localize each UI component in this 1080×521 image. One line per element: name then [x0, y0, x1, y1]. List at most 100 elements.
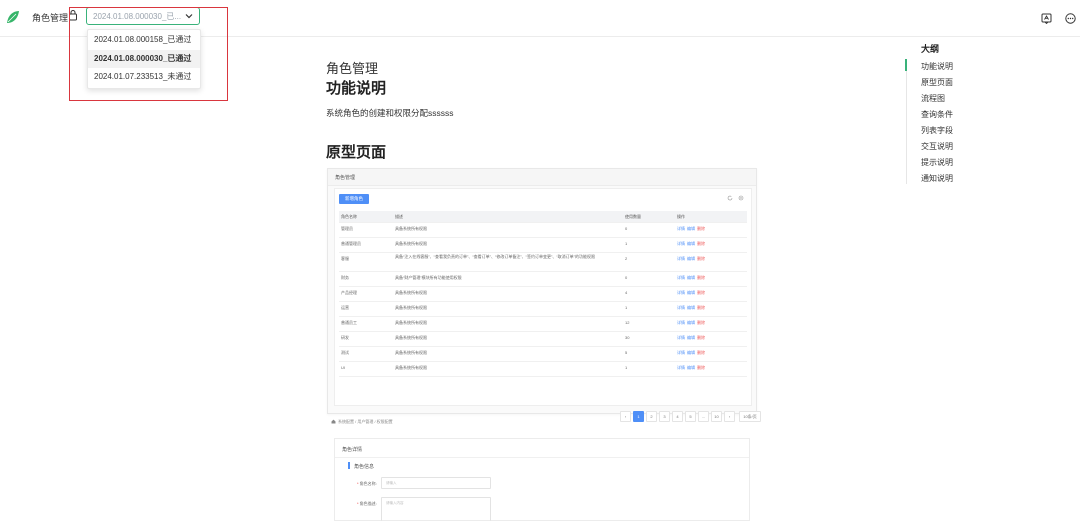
app-title: 角色管理 — [32, 13, 69, 23]
role-name-cell: 管理员 — [341, 226, 353, 231]
pager-prev: ‹ — [620, 411, 631, 422]
outline-track — [906, 59, 907, 184]
row-actions: 详情 编辑 删除 — [677, 350, 705, 356]
role-count-cell: 0 — [625, 226, 628, 231]
row-actions: 详情 编辑 删除 — [677, 335, 705, 341]
row-actions: 详情 编辑 删除 — [677, 275, 705, 281]
table-header-cell: 操作 — [677, 214, 685, 219]
role-desc-cell: 具备“注入在线客服”、“查看我负责的订单”、“查看订单”、“修改订单备注”、“签… — [395, 254, 595, 259]
proto-card: 新增角色 角色名称 描述 使用数量 操作 管理员 具备系统所有权限 0 详情 编辑 删除 普通管理员… — [334, 188, 761, 422]
outline-item-tips[interactable]: 提示说明 — [921, 157, 953, 168]
row-actions: 详情 编辑 删除 — [677, 226, 705, 232]
pager-page: 1 — [633, 411, 644, 422]
proto-header: 角色管理 — [328, 169, 756, 186]
action-edit-link: 编辑 — [687, 320, 695, 325]
pager-page: 3 — [659, 411, 670, 422]
outline-item-fields[interactable]: 列表字段 — [921, 125, 953, 136]
pager-page: 4 — [672, 411, 683, 422]
role-desc-cell: 具备“财产管理”模块所有功能使用权限 — [395, 275, 462, 280]
role-name-cell: 普通员工 — [341, 320, 357, 325]
action-edit-link: 编辑 — [687, 290, 695, 295]
proto-header: 角色详情 — [335, 439, 749, 458]
row-actions: 详情 编辑 删除 — [677, 365, 705, 371]
table-row: UI 具备系统所有权限 1 详情 编辑 删除 — [339, 361, 747, 377]
section-title: 角色信息 — [354, 464, 375, 470]
role-name-cell: 运营 — [341, 305, 349, 310]
role-desc-placeholder: 请输入内容 — [386, 501, 404, 505]
action-detail-link: 详情 — [677, 305, 685, 310]
role-name-cell: 研发 — [341, 335, 349, 340]
home-icon — [331, 419, 336, 424]
action-delete-link: 删除 — [697, 365, 705, 370]
section-marker — [348, 462, 350, 469]
role-desc-cell: 具备系统所有权限 — [395, 241, 427, 246]
row-actions: 详情 编辑 删除 — [677, 241, 705, 247]
table-row: 研发 具备系统所有权限 30 详情 编辑 删除 — [339, 331, 747, 347]
table-row: 测试 具备系统所有权限 5 详情 编辑 删除 — [339, 346, 747, 362]
outline-active-indicator — [905, 59, 907, 71]
role-count-cell: 1 — [625, 365, 628, 370]
role-name-label: * 角色名称: — [357, 481, 377, 486]
action-edit-link: 编辑 — [687, 335, 695, 340]
new-role-button: 新增角色 — [339, 194, 369, 204]
role-name-cell: UI — [341, 365, 345, 370]
action-delete-link: 删除 — [697, 241, 705, 246]
refresh-icon — [727, 195, 733, 201]
logo-leaf-icon[interactable] — [6, 10, 20, 24]
breadcrumb: 系统配置 / 用户管理 / 权限配置 — [338, 419, 393, 424]
doc-title: 角色管理 — [326, 61, 379, 76]
outline-item-function[interactable]: 功能说明 — [921, 61, 953, 72]
action-detail-link: 详情 — [677, 241, 685, 246]
role-count-cell: 5 — [625, 350, 628, 355]
pager-size: 10条/页 — [739, 411, 761, 422]
action-edit-link: 编辑 — [687, 275, 695, 280]
role-desc-cell: 具备系统所有权限 — [395, 335, 427, 340]
role-name-cell: 财务 — [341, 275, 349, 280]
action-detail-link: 详情 — [677, 226, 685, 231]
action-detail-link: 详情 — [677, 350, 685, 355]
role-count-cell: 1 — [625, 241, 628, 246]
role-name-cell: 测试 — [341, 350, 349, 355]
outline-item-interaction[interactable]: 交互说明 — [921, 141, 953, 152]
more-icon[interactable] — [1065, 13, 1076, 24]
role-name-cell: 产品经理 — [341, 290, 357, 295]
role-count-cell: 1 — [625, 305, 628, 310]
action-detail-link: 详情 — [677, 275, 685, 280]
role-count-cell: 4 — [625, 290, 628, 295]
role-name-cell: 普通管理员 — [341, 241, 361, 246]
role-desc-label-text: 角色描述: — [359, 501, 377, 506]
table-row: 普通员工 具备系统所有权限 12 详情 编辑 删除 — [339, 316, 747, 332]
action-delete-link: 删除 — [697, 305, 705, 310]
table-row: 管理员 具备系统所有权限 0 详情 编辑 删除 — [339, 222, 747, 238]
highlight-frame — [69, 7, 228, 101]
heading-function: 功能说明 — [326, 80, 387, 97]
action-edit-link: 编辑 — [687, 350, 695, 355]
role-count-cell: 30 — [625, 335, 630, 340]
prototype-screenshot-role-detail: 角色详情 角色信息 * 角色名称: 请输入 * 角色描述: 请输入内容 — [334, 438, 750, 521]
outline-item-query[interactable]: 查询条件 — [921, 109, 953, 120]
pager-page: 2 — [646, 411, 657, 422]
action-edit-link: 编辑 — [687, 365, 695, 370]
action-edit-link: 编辑 — [687, 241, 695, 246]
outline-title: 大纲 — [921, 44, 940, 54]
action-delete-link: 删除 — [697, 290, 705, 295]
role-count-cell: 2 — [625, 256, 628, 261]
table-header-cell: 使用数量 — [625, 214, 641, 219]
action-edit-link: 编辑 — [687, 226, 695, 231]
action-detail-link: 详情 — [677, 256, 685, 261]
proto-title: 角色管理 — [335, 175, 356, 181]
action-delete-link: 删除 — [697, 320, 705, 325]
role-desc-cell: 具备系统所有权限 — [395, 305, 427, 310]
action-delete-link: 删除 — [697, 256, 705, 261]
settings-icon — [738, 195, 744, 201]
role-desc-label: * 角色描述: — [357, 501, 377, 506]
outline-item-prototype[interactable]: 原型页面 — [921, 77, 953, 88]
row-actions: 详情 编辑 删除 — [677, 305, 705, 311]
assistant-icon[interactable] — [1041, 13, 1052, 24]
action-edit-link: 编辑 — [687, 256, 695, 261]
pager-ellipsis: … — [698, 411, 709, 422]
action-detail-link: 详情 — [677, 290, 685, 295]
outline-item-notification[interactable]: 通知说明 — [921, 173, 953, 184]
outline-item-flowchart[interactable]: 流程图 — [921, 93, 945, 104]
action-detail-link: 详情 — [677, 320, 685, 325]
